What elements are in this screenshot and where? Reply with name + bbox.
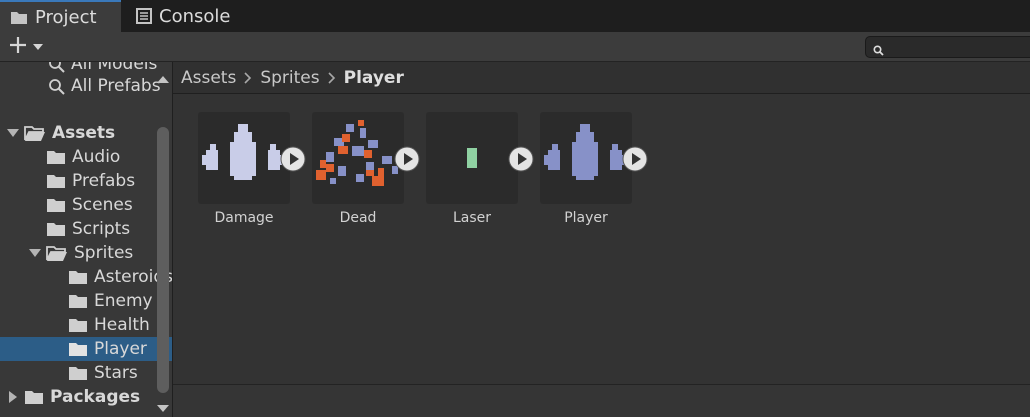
tree-item-packages[interactable]: Packages — [0, 385, 159, 409]
asset-name: Dead — [339, 210, 377, 226]
tree-item-label: All Models — [71, 62, 158, 74]
folder-icon — [46, 173, 66, 189]
project-tree: All Models All Prefabs Assets Audio Pref… — [0, 62, 172, 417]
search-icon — [873, 41, 884, 60]
tree-item-label: Packages — [50, 387, 141, 407]
sprite-thumbnail — [426, 112, 518, 204]
search-input[interactable] — [888, 38, 1030, 58]
folder-open-icon — [46, 245, 68, 262]
tree-item-label: Stars — [94, 363, 138, 383]
expand-arrow-icon[interactable] — [28, 248, 42, 258]
chevron-right-icon — [328, 71, 336, 84]
tree-item-player[interactable]: Player — [0, 337, 172, 361]
search-icon — [48, 62, 65, 73]
tree-item-label: All Prefabs — [71, 76, 161, 96]
play-animation-icon[interactable] — [280, 146, 306, 172]
play-animation-icon[interactable] — [622, 146, 648, 172]
asset-grid: Damage Dead Laser Player — [173, 94, 1030, 384]
tree-item-assets[interactable]: Assets — [0, 121, 159, 145]
scroll-down-icon[interactable] — [156, 398, 170, 417]
folder-icon — [68, 293, 88, 309]
tree-item-asteroids[interactable]: Asteroids — [0, 265, 172, 289]
tree-item-label: Scenes — [72, 195, 133, 215]
sprite-thumbnail — [198, 112, 290, 204]
plus-icon — [8, 35, 28, 59]
chevron-right-icon — [244, 71, 252, 84]
ship-sprite-icon — [544, 124, 626, 180]
chevron-down-icon — [33, 43, 43, 51]
folder-icon — [46, 149, 66, 165]
tree-item-health[interactable]: Health — [0, 313, 172, 337]
folder-icon — [24, 389, 44, 405]
folder-icon — [68, 317, 88, 333]
tab-label: Project — [35, 6, 97, 28]
tree-item-label: Prefabs — [72, 171, 136, 191]
tree-item-label: Sprites — [74, 243, 134, 263]
asset-name: Player — [564, 210, 608, 226]
sprite-thumbnail — [540, 112, 632, 204]
tree-item-enemy[interactable]: Enemy — [0, 289, 172, 313]
tab-project[interactable]: Project — [0, 0, 121, 32]
tree-item-label: Assets — [52, 123, 116, 143]
laser-sprite-icon — [467, 148, 477, 168]
scroll-up-icon[interactable] — [156, 69, 170, 88]
folder-icon — [46, 221, 66, 237]
folder-icon — [68, 341, 88, 357]
tree-item-label: Audio — [72, 147, 121, 167]
asset-name: Damage — [214, 210, 274, 226]
ship-sprite-icon — [202, 124, 284, 180]
tree-scrollbar-thumb[interactable] — [157, 127, 169, 393]
console-icon — [136, 8, 152, 24]
folder-icon — [68, 365, 88, 381]
search-box[interactable] — [865, 36, 1030, 58]
breadcrumb-item-player[interactable]: Player — [344, 68, 404, 88]
tab-bar: Project Console — [0, 0, 1030, 32]
tab-console[interactable]: Console — [122, 0, 342, 32]
play-animation-icon[interactable] — [394, 146, 420, 172]
breadcrumb: Assets Sprites Player — [173, 62, 1030, 94]
toolbar — [0, 32, 1030, 62]
explosion-sprite-icon — [316, 120, 398, 186]
sprite-thumbnail — [312, 112, 404, 204]
tree-item-label: Scripts — [72, 219, 131, 239]
tree-item-sprites[interactable]: Sprites — [0, 241, 172, 265]
tree-item-label: Health — [94, 315, 150, 335]
breadcrumb-item-assets[interactable]: Assets — [181, 68, 236, 88]
tree-item-audio[interactable]: Audio — [0, 145, 172, 169]
breadcrumb-item-sprites[interactable]: Sprites — [260, 68, 319, 88]
tree-item-scenes[interactable]: Scenes — [0, 193, 172, 217]
collapse-arrow-icon[interactable] — [6, 391, 20, 403]
add-button[interactable] — [8, 36, 48, 58]
folder-icon — [10, 10, 28, 25]
expand-arrow-icon[interactable] — [6, 128, 20, 138]
tree-item-scripts[interactable]: Scripts — [0, 217, 172, 241]
folder-icon — [46, 197, 66, 213]
status-footer — [173, 384, 1030, 417]
tree-item-prefabs[interactable]: Prefabs — [0, 169, 172, 193]
folder-icon — [68, 269, 88, 285]
play-animation-icon[interactable] — [508, 146, 534, 172]
tab-label: Console — [159, 5, 231, 27]
tree-item-label: Enemy — [94, 291, 153, 311]
tree-item-all-prefabs[interactable]: All Prefabs — [0, 74, 172, 98]
tree-item-stars[interactable]: Stars — [0, 361, 172, 385]
asset-name: Laser — [452, 210, 492, 226]
search-icon — [48, 78, 65, 95]
folder-open-icon — [24, 125, 46, 142]
tree-item-label: Player — [94, 339, 147, 359]
